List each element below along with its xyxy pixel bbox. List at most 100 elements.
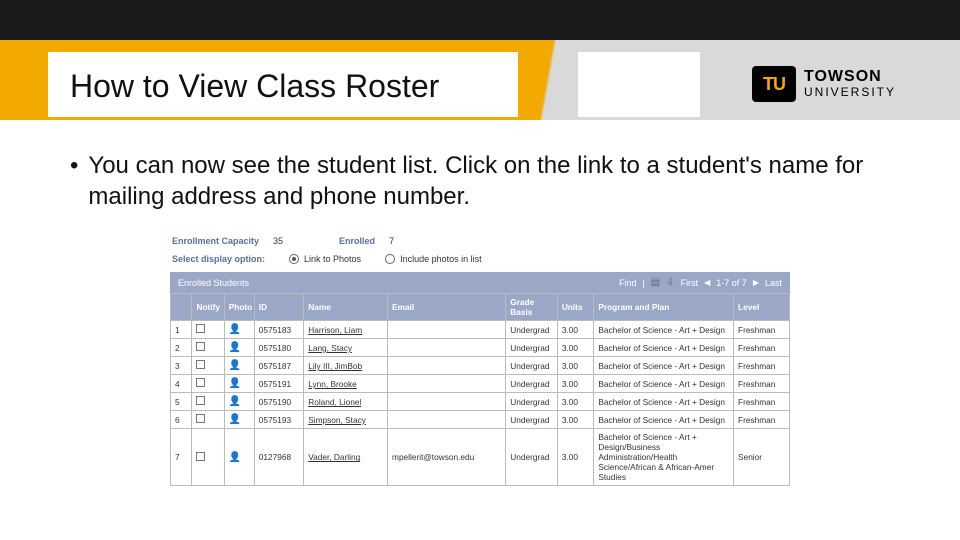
cell-units: 3.00 — [557, 321, 594, 339]
radio-selected-icon — [289, 254, 299, 264]
cell-num: 7 — [171, 429, 192, 486]
notify-checkbox[interactable] — [196, 378, 205, 387]
notify-checkbox[interactable] — [196, 396, 205, 405]
title-box: How to View Class Roster — [48, 52, 700, 117]
instruction-bullet: • You can now see the student list. Clic… — [70, 150, 890, 212]
cell-level: Freshman — [734, 375, 790, 393]
nav-next-icon[interactable]: ▶ — [753, 278, 759, 287]
nav-first[interactable]: First — [681, 278, 699, 288]
cell-num: 2 — [171, 339, 192, 357]
photo-icon[interactable]: 👤 — [229, 396, 241, 407]
nav-prev-icon[interactable]: ◀ — [704, 278, 710, 287]
cell-program: Bachelor of Science - Art + Design — [594, 357, 734, 375]
roster-table: Notify Photo ID Name Email Grade Basis U… — [170, 293, 790, 486]
student-name-link[interactable]: Harrison, Liam — [304, 321, 388, 339]
cell-notify[interactable] — [192, 321, 224, 339]
cell-photo[interactable]: 👤 — [224, 411, 254, 429]
radio-link-to-photos[interactable]: Link to Photos — [289, 254, 361, 264]
cell-program: Bachelor of Science - Art + Design — [594, 393, 734, 411]
cell-program: Bachelor of Science - Art + Design/Busin… — [594, 429, 734, 486]
cell-notify[interactable] — [192, 393, 224, 411]
cell-units: 3.00 — [557, 357, 594, 375]
photo-icon[interactable]: 👤 — [229, 414, 241, 425]
photo-icon[interactable]: 👤 — [229, 452, 241, 463]
cell-notify[interactable] — [192, 357, 224, 375]
cell-units: 3.00 — [557, 411, 594, 429]
student-name-link[interactable]: Roland, Lionel — [304, 393, 388, 411]
col-units: Units — [557, 294, 594, 321]
cell-notify[interactable] — [192, 429, 224, 486]
photo-icon[interactable]: 👤 — [229, 324, 241, 335]
table-row: 4👤0575191Lynn, BrookeUndergrad3.00Bachel… — [171, 375, 790, 393]
capacity-value: 35 — [273, 236, 283, 246]
notify-checkbox[interactable] — [196, 414, 205, 423]
student-name-link[interactable]: Simpson, Stacy — [304, 411, 388, 429]
student-name-link[interactable]: Lily III, JimBob — [304, 357, 388, 375]
table-header-row: Notify Photo ID Name Email Grade Basis U… — [171, 294, 790, 321]
cell-grade-basis: Undergrad — [506, 429, 558, 486]
cell-num: 4 — [171, 375, 192, 393]
table-row: 2 👤 0575180Lang, Stacy Undergrad3.00Bachelo… — [171, 339, 790, 357]
student-name-link[interactable]: Lang, Stacy — [304, 339, 388, 357]
nav-last[interactable]: Last — [765, 278, 782, 288]
radio-label: Link to Photos — [304, 254, 361, 264]
col-photo: Photo — [224, 294, 254, 321]
cell-grade-basis: Undergrad — [506, 411, 558, 429]
cell-id: 0575183 — [254, 321, 303, 339]
find-label: Find — [619, 278, 637, 288]
col-num — [171, 294, 192, 321]
col-level: Level — [734, 294, 790, 321]
cell-photo[interactable]: 👤 — [224, 339, 254, 357]
cell-units: 3.00 — [557, 375, 594, 393]
instruction-text: You can now see the student list. Click … — [88, 150, 890, 212]
slide-body: • You can now see the student list. Clic… — [0, 120, 960, 486]
cell-id: 0575180 — [254, 339, 303, 357]
logo-line2: UNIVERSITY — [804, 86, 896, 99]
cell-units: 3.00 — [557, 339, 594, 357]
logo-mark: TU — [752, 66, 796, 102]
display-option-label: Select display option: — [172, 254, 265, 264]
photo-icon[interactable]: 👤 — [229, 342, 241, 353]
cell-photo[interactable]: 👤 — [224, 393, 254, 411]
cell-units: 3.00 — [557, 429, 594, 486]
cell-level: Freshman — [734, 321, 790, 339]
bullet-dot: • — [70, 150, 78, 212]
cell-photo[interactable]: 👤 — [224, 357, 254, 375]
cell-notify[interactable] — [192, 375, 224, 393]
cell-email — [388, 339, 506, 357]
col-id: ID — [254, 294, 303, 321]
cell-photo[interactable]: 👤 — [224, 321, 254, 339]
table-row: 6👤0575193Simpson, StacyUndergrad3.00Bach… — [171, 411, 790, 429]
student-name-link[interactable]: Lynn, Brooke — [304, 375, 388, 393]
table-row: 7👤0127968Vader, Darlingmpellerit@towson.… — [171, 429, 790, 486]
notify-checkbox[interactable] — [196, 360, 205, 369]
radio-include-photos[interactable]: Include photos in list — [385, 254, 482, 264]
cell-program: Bachelor of Science - Art + Design — [594, 339, 734, 357]
cell-email — [388, 357, 506, 375]
cell-email — [388, 393, 506, 411]
cell-level: Freshman — [734, 357, 790, 375]
cell-units: 3.00 — [557, 393, 594, 411]
download-icon[interactable]: ⇩ — [666, 277, 674, 288]
cell-photo[interactable]: 👤 — [224, 375, 254, 393]
cell-id: 0575187 — [254, 357, 303, 375]
cell-num: 1 — [171, 321, 192, 339]
cell-id: 0575191 — [254, 375, 303, 393]
enrolled-value: 7 — [389, 236, 394, 246]
cell-notify[interactable] — [192, 339, 224, 357]
view-all-icon[interactable]: ▤ — [651, 277, 660, 288]
cell-grade-basis: Undergrad — [506, 339, 558, 357]
notify-checkbox[interactable] — [196, 324, 205, 333]
cell-photo[interactable]: 👤 — [224, 429, 254, 486]
notify-checkbox[interactable] — [196, 342, 205, 351]
cell-grade-basis: Undergrad — [506, 357, 558, 375]
cell-notify[interactable] — [192, 411, 224, 429]
logo-text: TOWSON UNIVERSITY — [804, 69, 896, 98]
cell-id: 0575193 — [254, 411, 303, 429]
notify-checkbox[interactable] — [196, 452, 205, 461]
photo-icon[interactable]: 👤 — [229, 378, 241, 389]
photo-icon[interactable]: 👤 — [229, 360, 241, 371]
cell-num: 5 — [171, 393, 192, 411]
cell-level: Senior — [734, 429, 790, 486]
student-name-link[interactable]: Vader, Darling — [304, 429, 388, 486]
